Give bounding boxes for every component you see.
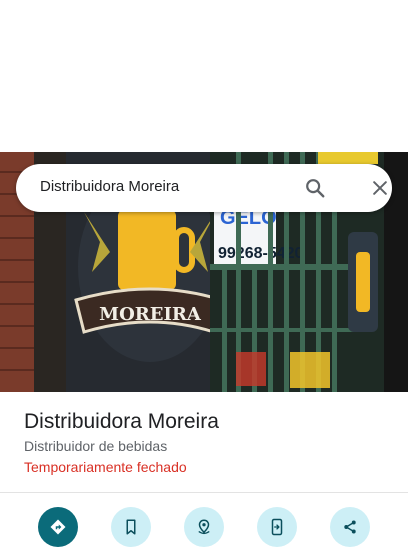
place-title: Distribuidora Moreira [24,410,219,433]
share-button[interactable] [330,507,370,547]
place-info: Distribuidora Moreira Distribuidor de be… [24,408,394,478]
directions-button[interactable] [38,507,78,547]
send-to-phone-icon [271,518,283,536]
share-icon [344,520,356,534]
nearby-button[interactable] [184,507,224,547]
send-to-phone-button[interactable] [257,507,297,547]
action-bar [0,507,408,547]
close-icon[interactable] [370,178,390,198]
nearby-icon [198,519,210,535]
place-status: Temporariamente fechado [24,459,187,475]
directions-icon [50,519,66,535]
search-bar[interactable]: Distribuidora Moreira [16,164,392,212]
bookmark-icon [126,519,136,535]
search-input[interactable]: Distribuidora Moreira [40,178,179,195]
sign-text: MOREIRA [99,304,202,325]
divider [0,492,408,493]
place-category[interactable]: Distribuidor de bebidas [24,436,394,456]
sign-phone: 99268-5420 [218,245,304,262]
search-icon[interactable] [304,177,326,199]
save-button[interactable] [111,507,151,547]
